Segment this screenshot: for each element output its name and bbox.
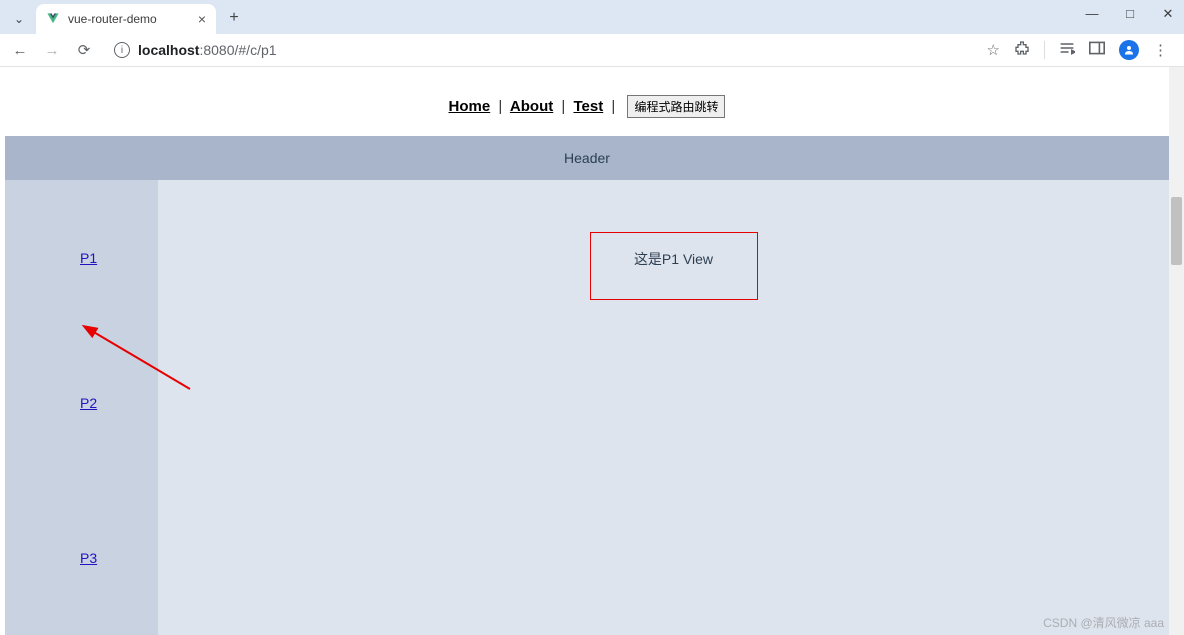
nav-about-link[interactable]: About <box>510 98 553 115</box>
sidebar-item-p2[interactable]: P2 <box>5 325 158 480</box>
vue-favicon-icon <box>46 12 60 26</box>
new-tab-button[interactable]: + <box>220 4 248 32</box>
programmatic-route-button[interactable]: 编程式路由跳转 <box>627 95 725 118</box>
address-bar[interactable]: i localhost:8080/#/c/p1 <box>106 37 969 63</box>
sidebar: P1 P2 P3 <box>5 180 158 635</box>
scrollbar-track[interactable] <box>1169 67 1184 635</box>
close-tab-icon[interactable]: × <box>198 11 206 27</box>
nav-test-link[interactable]: Test <box>573 98 603 115</box>
toolbar-right: ☆ ⋮ <box>981 40 1174 60</box>
site-info-icon[interactable]: i <box>114 42 130 58</box>
side-panel-icon[interactable] <box>1089 41 1105 59</box>
window-controls: — □ ✕ <box>1082 6 1178 22</box>
tab-title: vue-router-demo <box>68 12 190 26</box>
separator: | <box>611 98 615 115</box>
browser-toolbar: ← → ⟳ i localhost:8080/#/c/p1 ☆ ⋮ <box>0 34 1184 67</box>
watermark: CSDN @清风微凉 aaa <box>1043 614 1164 631</box>
router-view-box: 这是P1 View <box>590 232 758 300</box>
nav-home-link[interactable]: Home <box>449 98 491 115</box>
main-layout: P1 P2 P3 这是P1 View <box>5 180 1169 635</box>
scrollbar-thumb[interactable] <box>1171 197 1182 265</box>
back-button-icon[interactable]: ← <box>10 42 30 59</box>
view-text: 这是P1 View <box>634 251 713 267</box>
separator: | <box>561 98 565 115</box>
url-text: localhost:8080/#/c/p1 <box>138 42 277 58</box>
media-control-icon[interactable] <box>1059 41 1075 59</box>
separator <box>1044 41 1045 59</box>
separator: | <box>498 98 502 115</box>
viewport: Home | About | Test | 编程式路由跳转 Header P1 … <box>0 67 1184 635</box>
profile-avatar-icon[interactable] <box>1119 40 1139 60</box>
extensions-icon[interactable] <box>1014 40 1030 60</box>
header-label: Header <box>564 150 610 166</box>
forward-button-icon[interactable]: → <box>42 42 62 59</box>
reload-button-icon[interactable]: ⟳ <box>74 41 94 59</box>
minimize-icon[interactable]: — <box>1082 6 1102 22</box>
maximize-icon[interactable]: □ <box>1120 6 1140 22</box>
browser-tabstrip: ⌄ vue-router-demo × + — □ ✕ <box>0 0 1184 34</box>
content-area: 这是P1 View <box>158 180 1169 635</box>
tabs-dropdown-icon[interactable]: ⌄ <box>8 6 30 32</box>
close-window-icon[interactable]: ✕ <box>1158 6 1178 22</box>
top-nav: Home | About | Test | 编程式路由跳转 <box>5 67 1169 136</box>
sidebar-item-p3[interactable]: P3 <box>5 480 158 635</box>
sidebar-item-p1[interactable]: P1 <box>5 180 158 325</box>
menu-dots-icon[interactable]: ⋮ <box>1153 41 1168 59</box>
header-bar: Header <box>5 136 1169 180</box>
browser-tab[interactable]: vue-router-demo × <box>36 4 216 34</box>
bookmark-star-icon[interactable]: ☆ <box>987 41 1000 59</box>
